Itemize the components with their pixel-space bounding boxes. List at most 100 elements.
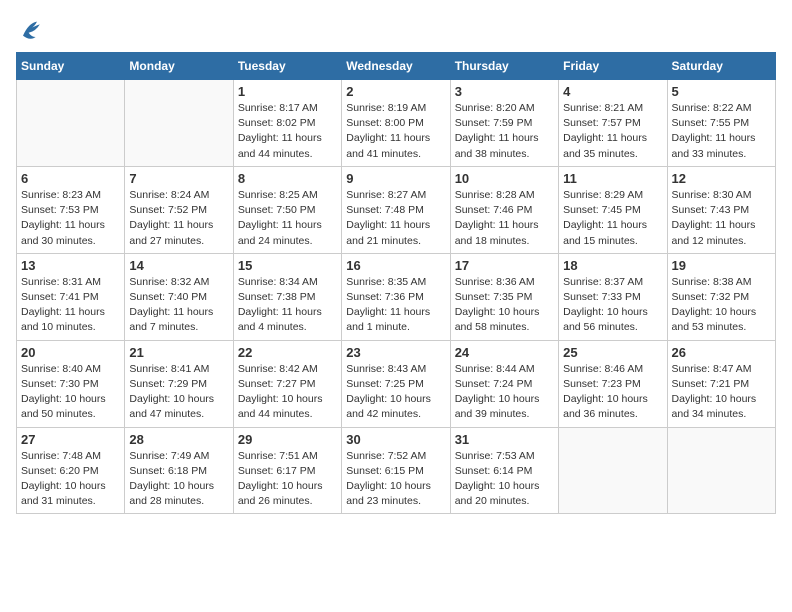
day-number: 28: [129, 432, 228, 447]
calendar-cell: 22 Sunrise: 8:42 AM Sunset: 7:27 PM Dayli…: [233, 340, 341, 427]
calendar-cell: 25 Sunrise: 8:46 AM Sunset: 7:23 PM Dayli…: [559, 340, 667, 427]
day-info: Sunrise: 8:20 AM Sunset: 7:59 PM Dayligh…: [455, 101, 554, 162]
calendar-cell: 19 Sunrise: 8:38 AM Sunset: 7:32 PM Dayli…: [667, 253, 775, 340]
day-number: 15: [238, 258, 337, 273]
calendar-cell: 27 Sunrise: 7:48 AM Sunset: 6:20 PM Dayli…: [17, 427, 125, 514]
day-info: Sunrise: 8:17 AM Sunset: 8:02 PM Dayligh…: [238, 101, 337, 162]
calendar-cell: 12 Sunrise: 8:30 AM Sunset: 7:43 PM Dayli…: [667, 166, 775, 253]
calendar-cell: 13 Sunrise: 8:31 AM Sunset: 7:41 PM Dayli…: [17, 253, 125, 340]
calendar-cell: [125, 80, 233, 167]
day-info: Sunrise: 8:27 AM Sunset: 7:48 PM Dayligh…: [346, 188, 445, 249]
weekday-header-friday: Friday: [559, 53, 667, 80]
day-number: 22: [238, 345, 337, 360]
day-info: Sunrise: 8:38 AM Sunset: 7:32 PM Dayligh…: [672, 275, 771, 336]
day-info: Sunrise: 8:43 AM Sunset: 7:25 PM Dayligh…: [346, 362, 445, 423]
day-number: 27: [21, 432, 120, 447]
day-info: Sunrise: 8:32 AM Sunset: 7:40 PM Dayligh…: [129, 275, 228, 336]
calendar-cell: 3Sunrise: 8:20 AM Sunset: 7:59 PM Daylig…: [450, 80, 558, 167]
calendar-cell: 4 Sunrise: 8:21 AM Sunset: 7:57 PM Daylig…: [559, 80, 667, 167]
calendar-week-3: 13 Sunrise: 8:31 AM Sunset: 7:41 PM Dayli…: [17, 253, 776, 340]
day-number: 2: [346, 84, 445, 99]
calendar-cell: 24Sunrise: 8:44 AM Sunset: 7:24 PM Dayli…: [450, 340, 558, 427]
day-info: Sunrise: 8:35 AM Sunset: 7:36 PM Dayligh…: [346, 275, 445, 336]
day-number: 26: [672, 345, 771, 360]
calendar-week-1: 1 Sunrise: 8:17 AM Sunset: 8:02 PM Daylig…: [17, 80, 776, 167]
calendar-cell: 10Sunrise: 8:28 AM Sunset: 7:46 PM Dayli…: [450, 166, 558, 253]
day-number: 30: [346, 432, 445, 447]
day-info: Sunrise: 8:31 AM Sunset: 7:41 PM Dayligh…: [21, 275, 120, 336]
calendar-cell: 11 Sunrise: 8:29 AM Sunset: 7:45 PM Dayli…: [559, 166, 667, 253]
calendar-cell: 30 Sunrise: 7:52 AM Sunset: 6:15 PM Dayli…: [342, 427, 450, 514]
day-number: 20: [21, 345, 120, 360]
calendar-cell: 29Sunrise: 7:51 AM Sunset: 6:17 PM Dayli…: [233, 427, 341, 514]
day-number: 8: [238, 171, 337, 186]
calendar-cell: 9 Sunrise: 8:27 AM Sunset: 7:48 PM Daylig…: [342, 166, 450, 253]
calendar-cell: 15 Sunrise: 8:34 AM Sunset: 7:38 PM Dayli…: [233, 253, 341, 340]
calendar-cell: 21 Sunrise: 8:41 AM Sunset: 7:29 PM Dayli…: [125, 340, 233, 427]
day-number: 23: [346, 345, 445, 360]
day-number: 9: [346, 171, 445, 186]
day-info: Sunrise: 7:53 AM Sunset: 6:14 PM Dayligh…: [455, 449, 554, 510]
calendar-cell: 31 Sunrise: 7:53 AM Sunset: 6:14 PM Dayli…: [450, 427, 558, 514]
calendar-cell: 18 Sunrise: 8:37 AM Sunset: 7:33 PM Dayli…: [559, 253, 667, 340]
day-number: 13: [21, 258, 120, 273]
calendar-week-5: 27 Sunrise: 7:48 AM Sunset: 6:20 PM Dayli…: [17, 427, 776, 514]
day-info: Sunrise: 8:37 AM Sunset: 7:33 PM Dayligh…: [563, 275, 662, 336]
calendar-cell: 2 Sunrise: 8:19 AM Sunset: 8:00 PM Daylig…: [342, 80, 450, 167]
calendar-cell: 26Sunrise: 8:47 AM Sunset: 7:21 PM Dayli…: [667, 340, 775, 427]
calendar-cell: 6 Sunrise: 8:23 AM Sunset: 7:53 PM Daylig…: [17, 166, 125, 253]
weekday-header-thursday: Thursday: [450, 53, 558, 80]
day-info: Sunrise: 8:34 AM Sunset: 7:38 PM Dayligh…: [238, 275, 337, 336]
weekday-header-saturday: Saturday: [667, 53, 775, 80]
day-number: 19: [672, 258, 771, 273]
day-number: 25: [563, 345, 662, 360]
day-info: Sunrise: 8:28 AM Sunset: 7:46 PM Dayligh…: [455, 188, 554, 249]
day-number: 29: [238, 432, 337, 447]
logo-bird-icon: [16, 16, 44, 44]
page-header: [16, 16, 776, 44]
day-info: Sunrise: 8:42 AM Sunset: 7:27 PM Dayligh…: [238, 362, 337, 423]
calendar-cell: 17 Sunrise: 8:36 AM Sunset: 7:35 PM Dayli…: [450, 253, 558, 340]
calendar-cell: [667, 427, 775, 514]
calendar-cell: 7 Sunrise: 8:24 AM Sunset: 7:52 PM Daylig…: [125, 166, 233, 253]
day-info: Sunrise: 8:23 AM Sunset: 7:53 PM Dayligh…: [21, 188, 120, 249]
day-info: Sunrise: 8:29 AM Sunset: 7:45 PM Dayligh…: [563, 188, 662, 249]
day-info: Sunrise: 8:25 AM Sunset: 7:50 PM Dayligh…: [238, 188, 337, 249]
day-number: 31: [455, 432, 554, 447]
day-number: 4: [563, 84, 662, 99]
calendar-table: SundayMondayTuesdayWednesdayThursdayFrid…: [16, 52, 776, 514]
day-number: 18: [563, 258, 662, 273]
calendar-cell: [559, 427, 667, 514]
day-number: 12: [672, 171, 771, 186]
calendar-cell: 28 Sunrise: 7:49 AM Sunset: 6:18 PM Dayli…: [125, 427, 233, 514]
weekday-header-tuesday: Tuesday: [233, 53, 341, 80]
day-info: Sunrise: 8:36 AM Sunset: 7:35 PM Dayligh…: [455, 275, 554, 336]
day-number: 21: [129, 345, 228, 360]
day-number: 1: [238, 84, 337, 99]
day-number: 24: [455, 345, 554, 360]
day-number: 11: [563, 171, 662, 186]
weekday-header-sunday: Sunday: [17, 53, 125, 80]
day-info: Sunrise: 7:52 AM Sunset: 6:15 PM Dayligh…: [346, 449, 445, 510]
day-number: 16: [346, 258, 445, 273]
day-number: 14: [129, 258, 228, 273]
day-info: Sunrise: 8:24 AM Sunset: 7:52 PM Dayligh…: [129, 188, 228, 249]
weekday-header-wednesday: Wednesday: [342, 53, 450, 80]
calendar-cell: 16 Sunrise: 8:35 AM Sunset: 7:36 PM Dayli…: [342, 253, 450, 340]
calendar-cell: 14 Sunrise: 8:32 AM Sunset: 7:40 PM Dayli…: [125, 253, 233, 340]
logo: [16, 16, 48, 44]
calendar-cell: 23 Sunrise: 8:43 AM Sunset: 7:25 PM Dayli…: [342, 340, 450, 427]
day-info: Sunrise: 7:49 AM Sunset: 6:18 PM Dayligh…: [129, 449, 228, 510]
day-info: Sunrise: 8:22 AM Sunset: 7:55 PM Dayligh…: [672, 101, 771, 162]
day-info: Sunrise: 8:46 AM Sunset: 7:23 PM Dayligh…: [563, 362, 662, 423]
day-info: Sunrise: 8:30 AM Sunset: 7:43 PM Dayligh…: [672, 188, 771, 249]
day-number: 17: [455, 258, 554, 273]
day-info: Sunrise: 8:41 AM Sunset: 7:29 PM Dayligh…: [129, 362, 228, 423]
day-info: Sunrise: 8:21 AM Sunset: 7:57 PM Dayligh…: [563, 101, 662, 162]
calendar-week-4: 20Sunrise: 8:40 AM Sunset: 7:30 PM Dayli…: [17, 340, 776, 427]
day-number: 6: [21, 171, 120, 186]
calendar-week-2: 6 Sunrise: 8:23 AM Sunset: 7:53 PM Daylig…: [17, 166, 776, 253]
day-number: 7: [129, 171, 228, 186]
day-info: Sunrise: 7:48 AM Sunset: 6:20 PM Dayligh…: [21, 449, 120, 510]
day-info: Sunrise: 8:19 AM Sunset: 8:00 PM Dayligh…: [346, 101, 445, 162]
